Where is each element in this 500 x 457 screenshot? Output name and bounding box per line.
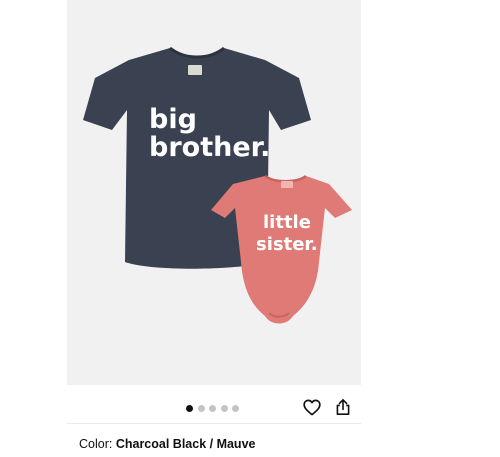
divider	[67, 423, 361, 424]
carousel-dot[interactable]	[197, 404, 205, 412]
shirt-text-line1: big	[149, 104, 197, 135]
carousel-dot[interactable]	[209, 404, 216, 412]
shirt-tag	[188, 65, 202, 75]
carousel-dot[interactable]	[232, 404, 239, 412]
heart-icon	[303, 399, 321, 415]
image-carousel-indicator	[186, 404, 239, 412]
carousel-dot[interactable]	[220, 404, 228, 412]
shirt-text-line2: brother.	[149, 132, 270, 163]
color-value: Charcoal Black / Mauve	[115, 437, 256, 451]
favorite-button[interactable]	[302, 397, 322, 417]
product-image[interactable]: big brother. little sister.	[67, 0, 361, 385]
color-label: Color:	[79, 437, 113, 451]
product-photo: big brother. little sister.	[83, 46, 352, 324]
share-icon	[336, 399, 350, 415]
share-button[interactable]	[333, 397, 353, 417]
carousel-dot[interactable]	[186, 404, 193, 412]
bodysuit-tag	[281, 181, 293, 188]
bodysuit-text-line1: little	[263, 212, 311, 233]
color-selection: Color: Charcoal Black / Mauve	[79, 437, 255, 451]
bodysuit-text-line2: sister.	[256, 234, 318, 255]
